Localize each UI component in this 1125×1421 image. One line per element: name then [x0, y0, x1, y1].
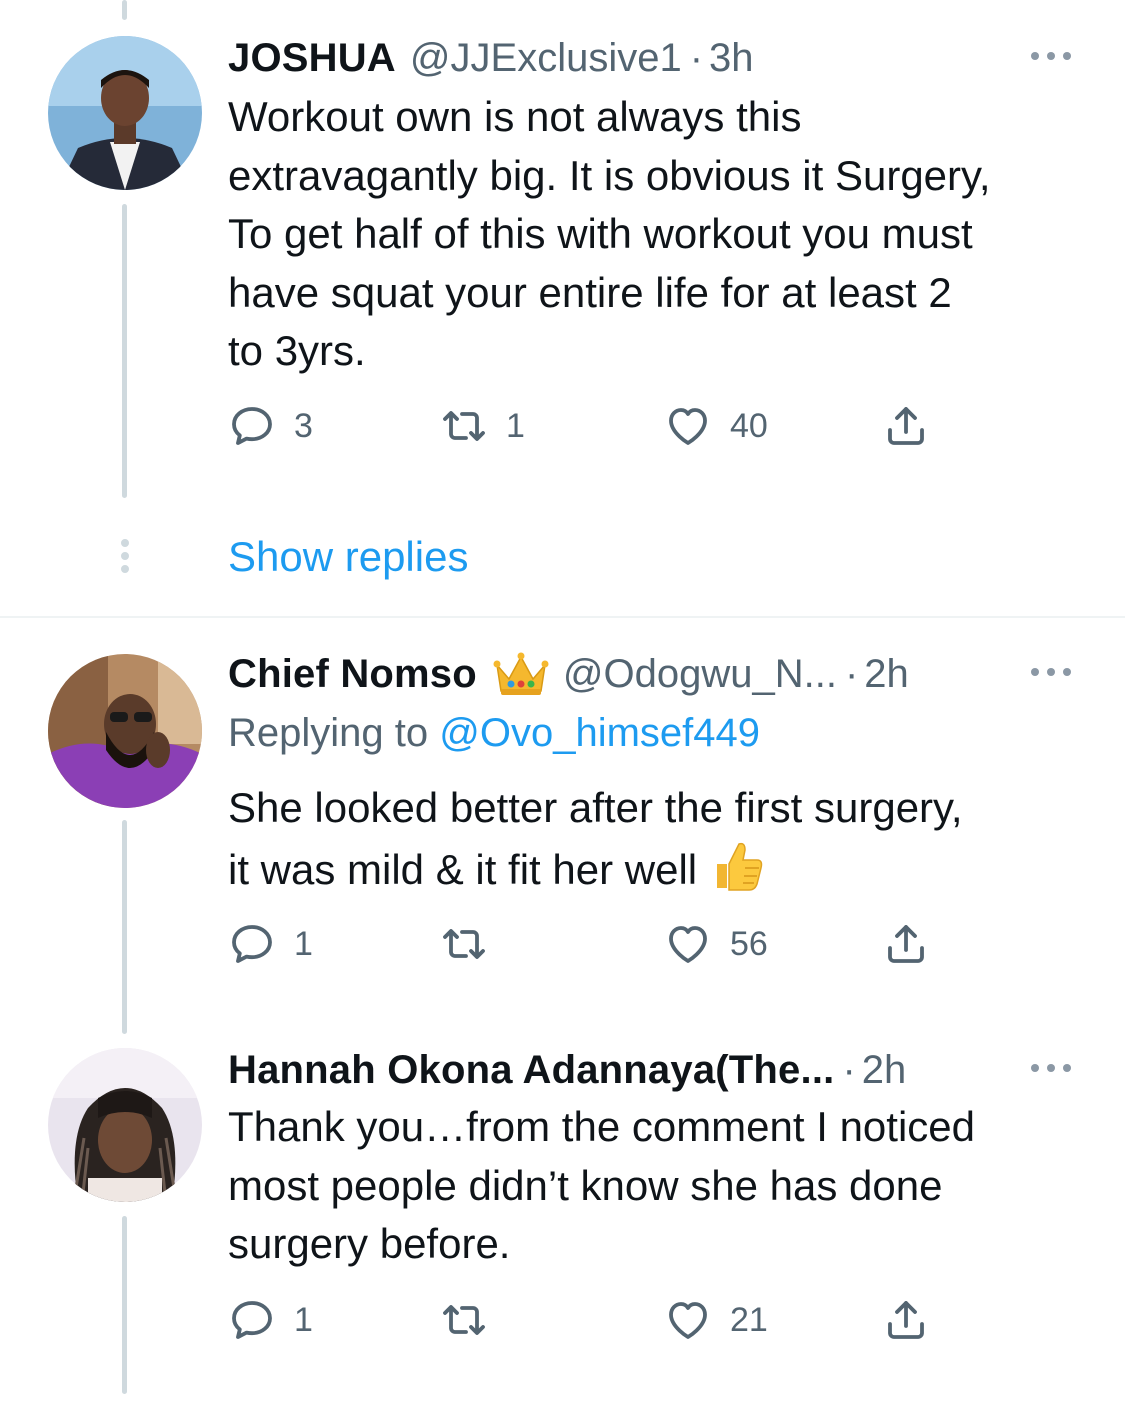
share-icon: [882, 1296, 930, 1344]
retweet-icon: [440, 920, 488, 968]
thread-line: [122, 204, 127, 498]
reply-icon: [228, 920, 276, 968]
share-button[interactable]: [882, 398, 930, 454]
display-name[interactable]: Chief Nomso: [228, 644, 477, 704]
thread-line: [122, 1216, 127, 1394]
more-options-icon[interactable]: [1028, 46, 1074, 66]
reply-button[interactable]: 1: [228, 916, 313, 972]
display-name[interactable]: Hannah Okona Adannaya(The...: [228, 1040, 834, 1100]
heart-icon: [664, 402, 712, 450]
reply-icon: [228, 1296, 276, 1344]
replying-to-mention[interactable]: @Ovo_himsef449: [439, 711, 760, 755]
heart-icon: [664, 1296, 712, 1344]
timestamp[interactable]: 2h: [864, 644, 909, 704]
reply-icon: [228, 402, 276, 450]
tweet-text-line: to 3yrs.: [228, 327, 366, 374]
reply-button[interactable]: 3: [228, 398, 313, 454]
tweet-text-line: She looked better after the first surger…: [228, 784, 963, 831]
thread-line: [122, 820, 127, 1034]
tweet-text-line: have squat your entire life for at least…: [228, 268, 952, 316]
tweet-actions: 1 56: [228, 916, 948, 972]
like-count: 21: [730, 1300, 768, 1339]
show-replies-link[interactable]: Show replies: [228, 528, 468, 586]
crown-icon: [493, 652, 549, 695]
more-replies-dots-icon: [121, 539, 129, 573]
retweet-icon: [440, 1296, 488, 1344]
reply-count: 3: [294, 406, 313, 445]
user-handle[interactable]: @Odogwu_N...: [563, 644, 837, 704]
tweet-header: Chief Nomso @Odogwu_N... · 2h: [228, 644, 909, 704]
separator: ·: [842, 1048, 856, 1092]
thumbs-up-icon: [717, 842, 763, 891]
timestamp[interactable]: 3h: [709, 28, 754, 88]
separator: ·: [844, 652, 859, 696]
reply-button[interactable]: 1: [228, 1292, 313, 1348]
heart-icon: [664, 920, 712, 968]
tweet-text: Workout own is not always this extravaga…: [228, 88, 1098, 381]
tweet-header: Hannah Okona Adannaya(The... · 2h: [228, 1040, 906, 1100]
more-options-icon[interactable]: [1028, 1058, 1074, 1078]
avatar[interactable]: [48, 654, 202, 808]
tweet-actions: 1 21: [228, 1292, 948, 1348]
display-name[interactable]: JOSHUA: [228, 28, 396, 88]
tweet-text-line: To get half of this with workout you mus…: [228, 210, 973, 257]
retweet-button[interactable]: 1: [440, 398, 525, 454]
share-icon: [882, 920, 930, 968]
tweet-text-line: extravagantly big. It is obvious it Surg…: [228, 151, 991, 199]
replying-to: Replying to @Ovo_himsef449: [228, 705, 760, 761]
retweet-icon: [440, 402, 488, 450]
retweet-button[interactable]: [440, 1292, 506, 1348]
avatar[interactable]: [48, 36, 202, 190]
tweet-text: Thank you…from the comment I noticed mos…: [228, 1098, 1098, 1274]
reply-count: 1: [294, 924, 313, 963]
tweet-text-line: it was mild & it fit her well: [228, 838, 1098, 900]
replying-to-label: Replying to: [228, 711, 429, 755]
divider: [0, 616, 1125, 618]
user-handle[interactable]: @JJExclusive1: [410, 28, 682, 88]
thread-line-top: [122, 0, 127, 20]
like-count: 40: [730, 406, 768, 445]
timestamp[interactable]: 2h: [862, 1040, 907, 1100]
share-button[interactable]: [882, 916, 930, 972]
tweet-text-line: Workout own is not always this: [228, 93, 802, 140]
share-icon: [882, 402, 930, 450]
tweet-header: JOSHUA @JJExclusive1 · 3h: [228, 28, 754, 88]
like-button[interactable]: 40: [664, 398, 768, 454]
tweet-text-line: Thank you…from the comment I noticed: [228, 1103, 975, 1150]
like-button[interactable]: 21: [664, 1292, 768, 1348]
like-button[interactable]: 56: [664, 916, 768, 972]
tweet-text-line: most people didn’t know she has done: [228, 1161, 943, 1209]
avatar[interactable]: [48, 1048, 202, 1202]
retweet-count: 1: [506, 406, 525, 445]
tweet-actions: 3 1 40: [228, 398, 948, 454]
share-button[interactable]: [882, 1292, 930, 1348]
tweet-text-fragment: it was mild & it fit her well: [228, 845, 698, 893]
retweet-button[interactable]: [440, 916, 506, 972]
reply-count: 1: [294, 1300, 313, 1339]
separator: ·: [689, 36, 704, 80]
like-count: 56: [730, 924, 768, 963]
more-options-icon[interactable]: [1028, 662, 1074, 682]
tweet-text-line: surgery before.: [228, 1220, 511, 1267]
tweet-text: She looked better after the first surger…: [228, 779, 1098, 899]
